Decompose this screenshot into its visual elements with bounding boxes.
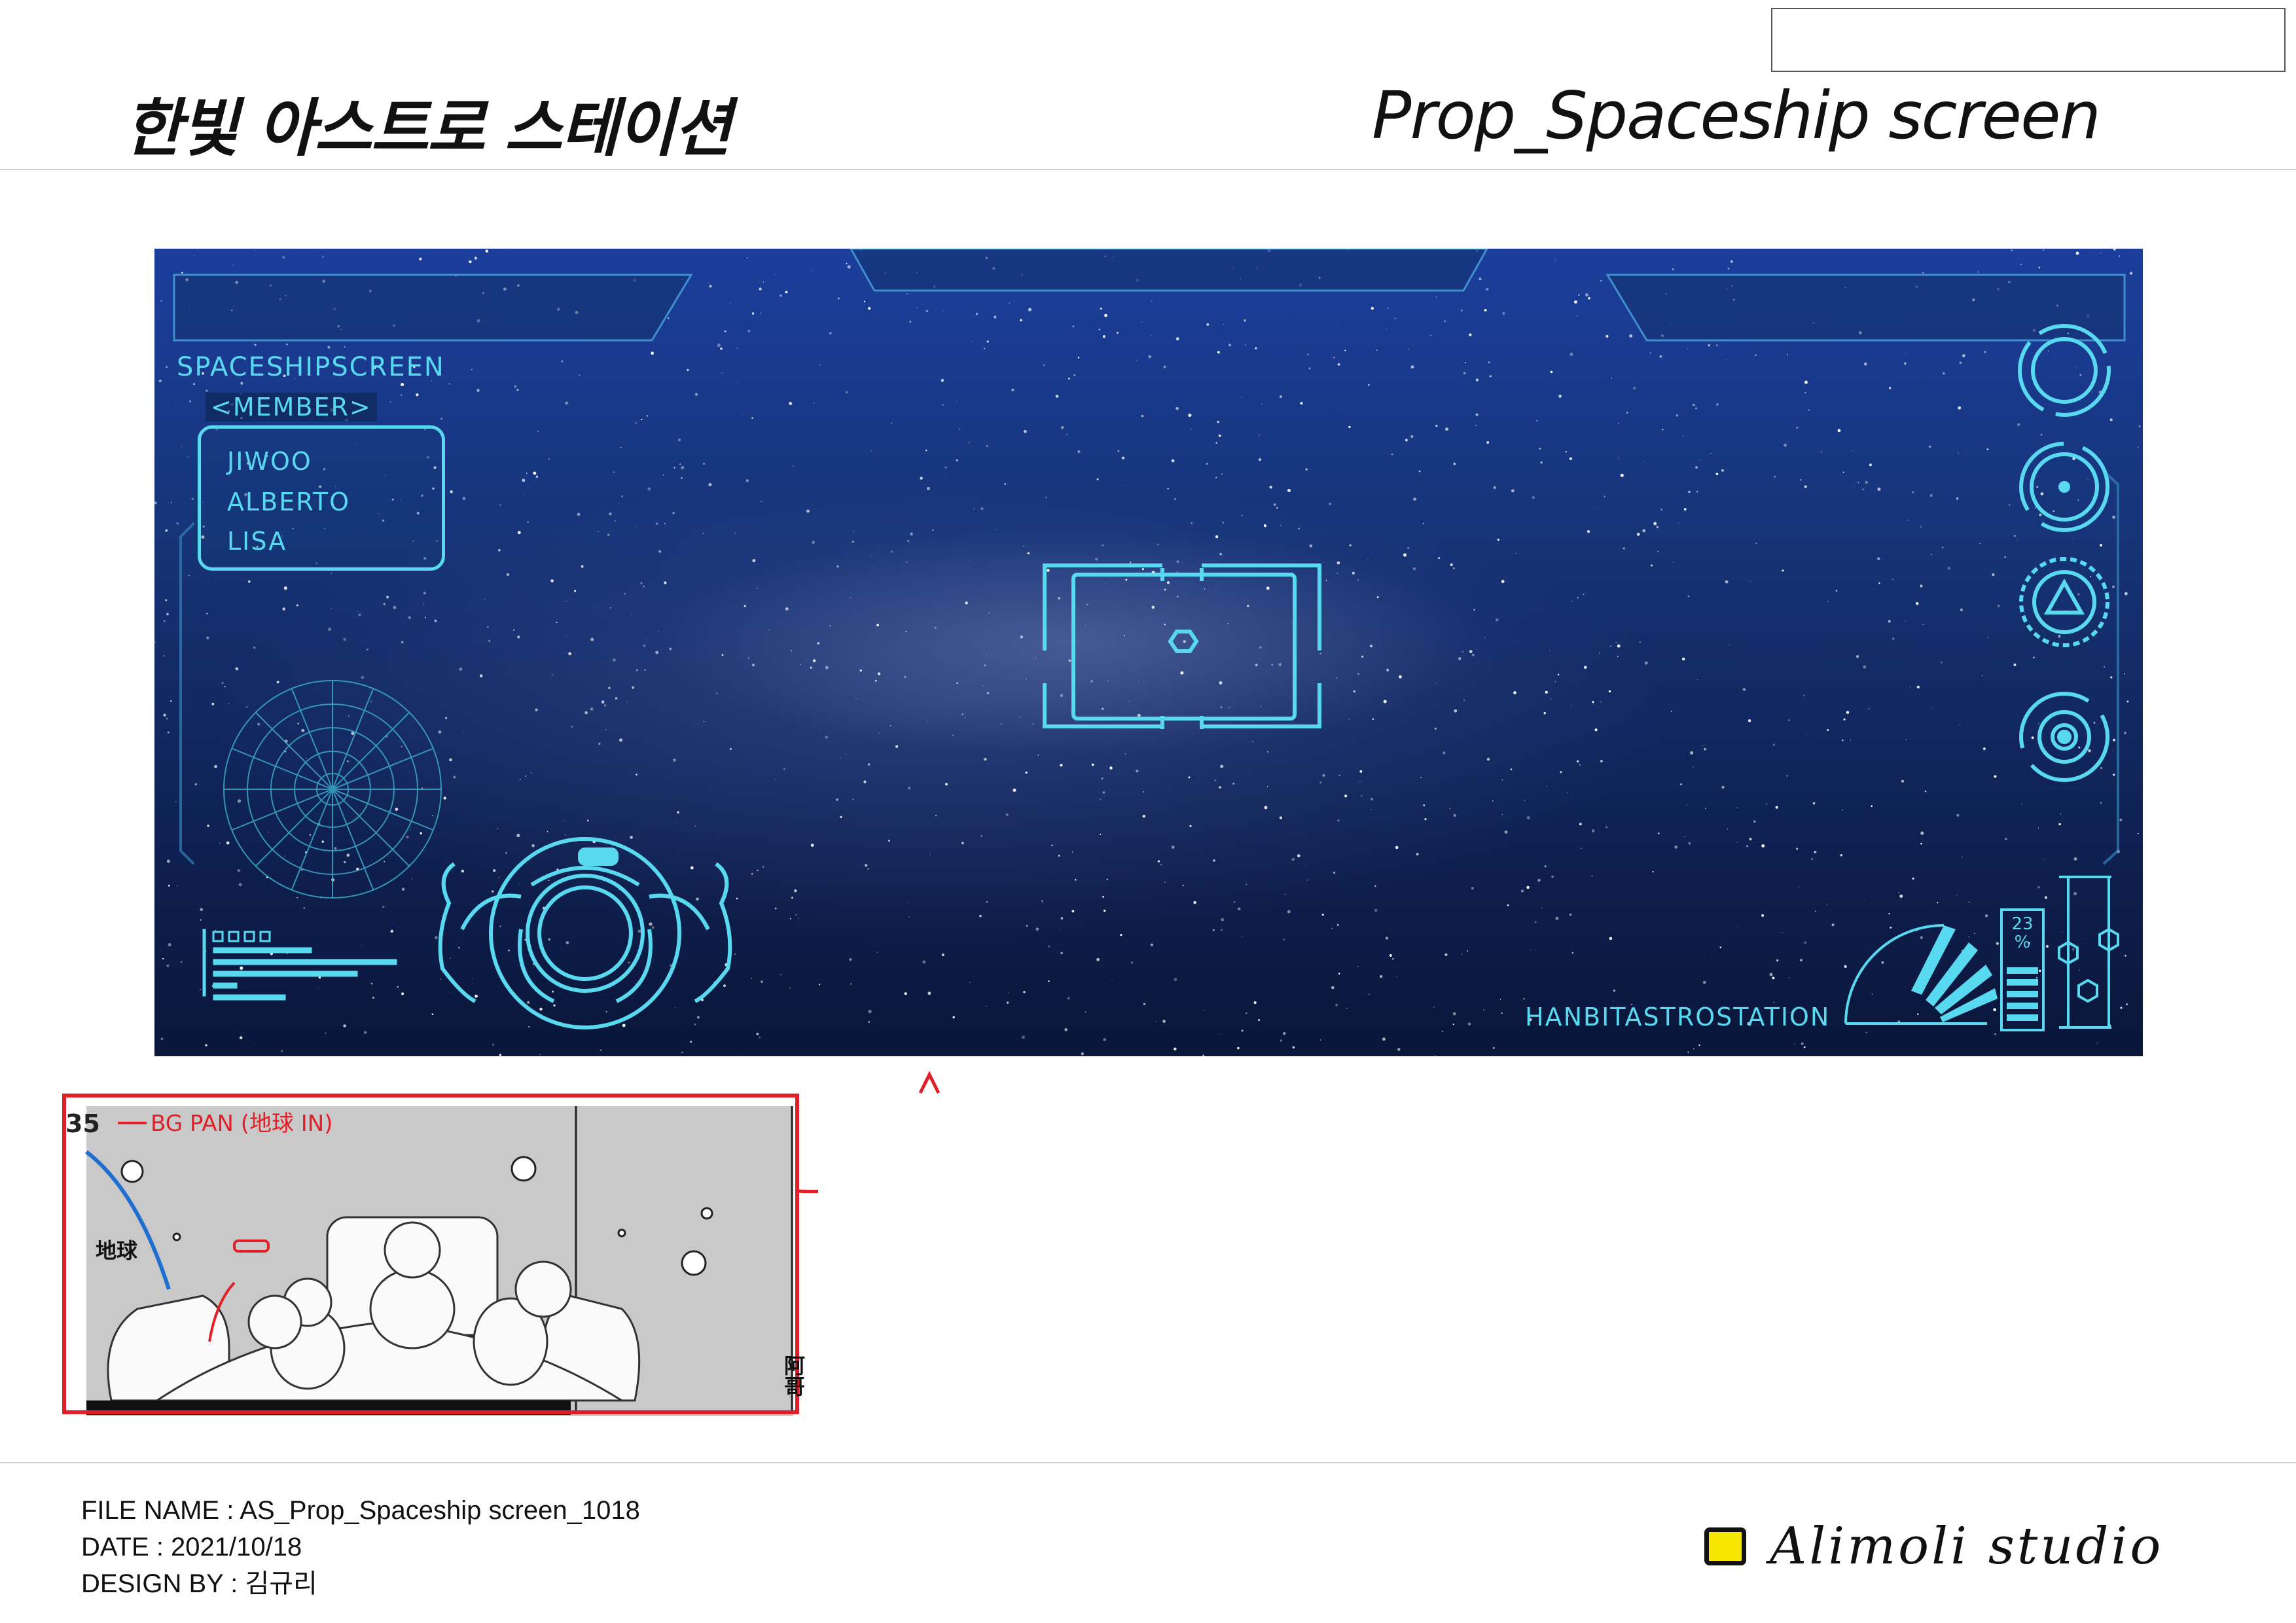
gauge-percent: 23 % (2008, 915, 2037, 952)
studio-logo: Alimoli studio (1704, 1517, 2163, 1576)
file-name: FILE NAME : AS_Prop_Spaceship screen_101… (81, 1496, 640, 1525)
status-bars (202, 929, 397, 1001)
arrow-up (918, 1071, 941, 1094)
storyboard-sketch: 35 BG PAN (地球 IN) 地球 阿哥 (62, 1094, 818, 1416)
member-name: JIWOO (227, 447, 312, 476)
logo-square-icon (1704, 1527, 1746, 1565)
top-center-panel (850, 249, 1488, 292)
top-left-panel (173, 274, 693, 342)
earth-label: 地球 (96, 1238, 138, 1263)
cut-number: 35 (65, 1109, 100, 1138)
member-list: JIWOO ALBERTO LISA (198, 425, 445, 571)
spaceship-screen-artwork: SPACESHIPSCREEN <MEMBER> JIWOO ALBERTO L… (154, 249, 2143, 1056)
right-gauges (1844, 876, 2119, 1031)
page-title-korean: 한빛 아스트로 스테이션 (124, 92, 732, 165)
member-name: ALBERTO (227, 488, 351, 516)
station-label: HANBITASTROSTATION (1525, 1003, 1831, 1031)
file-date: DATE : 2021/10/18 (81, 1533, 302, 1561)
member-tag: <MEMBER> (206, 393, 377, 421)
hud-overlay (173, 249, 2126, 1031)
steering-console (438, 837, 732, 1029)
member-name: LISA (227, 527, 287, 556)
right-frame-line (2102, 470, 2119, 865)
logo-text: Alimoli studio (1770, 1517, 2164, 1576)
side-note: 阿哥 (781, 1355, 806, 1397)
screen-title: SPACESHIPSCREEN (177, 352, 445, 382)
left-frame-line (179, 522, 195, 865)
page-title-english: Prop_Spaceship screen (1372, 77, 2101, 154)
gauge-unit: % (2014, 933, 2031, 952)
file-info: FILE NAME : AS_Prop_Spaceship screen_101… (81, 1492, 640, 1602)
top-right-box (1771, 8, 2286, 72)
gauge-value: 23 (2011, 914, 2034, 934)
footer-divider (0, 1462, 2296, 1463)
header-divider (0, 169, 2296, 170)
center-reticle (1043, 563, 1321, 729)
radar-dial (223, 680, 442, 899)
right-dials (2018, 324, 2111, 782)
storyboard-note: BG PAN (地球 IN) (151, 1111, 333, 1137)
designer: DESIGN BY : 김규리 (81, 1569, 317, 1598)
